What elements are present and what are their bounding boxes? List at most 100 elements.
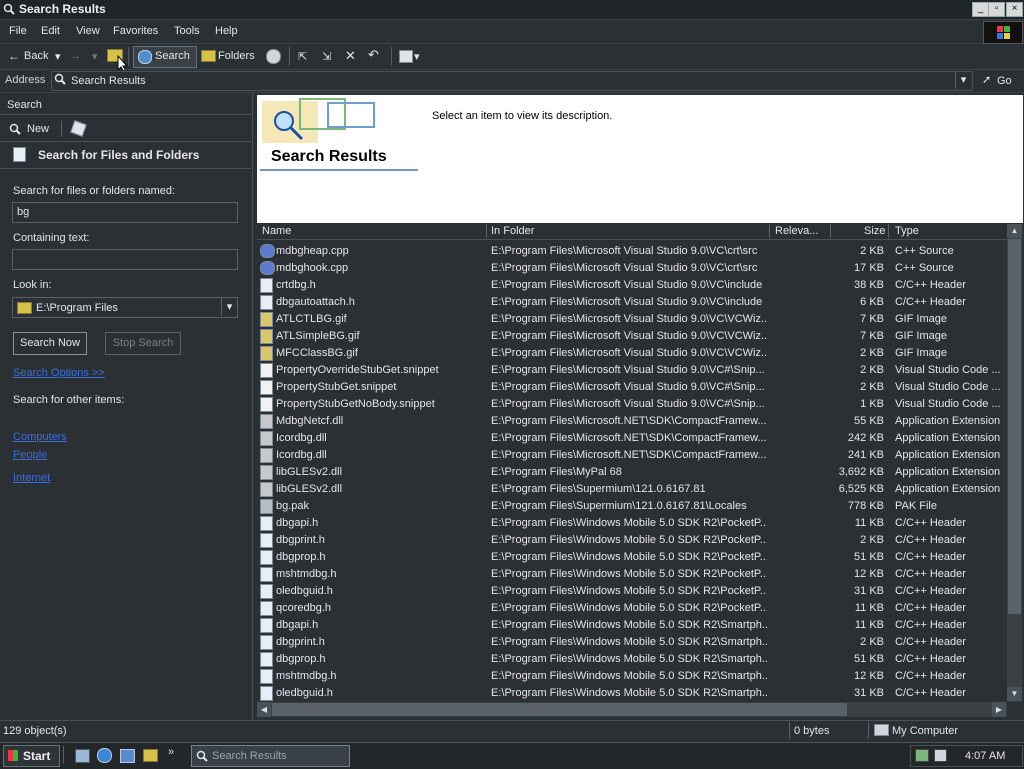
- table-row[interactable]: libGLESv2.dll E:\Program Files\MyPal 68 3,…: [257, 463, 1007, 480]
- tray-network-icon[interactable]: [915, 749, 929, 762]
- column-relevance[interactable]: Releva...: [775, 225, 818, 237]
- table-row[interactable]: ATLCTLBG.gif E:\Program Files\Microsoft V…: [257, 310, 1007, 327]
- new-search-icon[interactable]: [9, 123, 21, 138]
- table-row[interactable]: dbgapi.h E:\Program Files\Windows Mobile …: [257, 514, 1007, 531]
- vertical-scrollbar[interactable]: ▲ ▼: [1007, 224, 1022, 702]
- look-in-dropdown-icon[interactable]: ▾: [221, 298, 237, 316]
- minimize-button[interactable]: _: [972, 2, 989, 17]
- table-row[interactable]: Icordbg.dll E:\Program Files\Microsoft.NE…: [257, 446, 1007, 463]
- quick-launch-chevron-icon[interactable]: »: [168, 746, 174, 758]
- undo-icon[interactable]: ↶: [368, 47, 379, 63]
- table-row[interactable]: MFCClassBG.gif E:\Program Files\Microsoft…: [257, 344, 1007, 361]
- forward-dropdown-icon[interactable]: ▾: [92, 50, 98, 63]
- look-in-select[interactable]: E:\Program Files ▾: [12, 297, 238, 318]
- menu-help[interactable]: Help: [215, 25, 238, 37]
- column-name[interactable]: Name: [262, 225, 291, 237]
- table-row[interactable]: bg.pak E:\Program Files\Supermium\121.0.6…: [257, 497, 1007, 514]
- table-row[interactable]: PropertyOverrideStubGet.snippet E:\Progra…: [257, 361, 1007, 378]
- search-globe-icon: [138, 50, 152, 64]
- table-row[interactable]: dbgapi.h E:\Program Files\Windows Mobile …: [257, 616, 1007, 633]
- copy-to-icon[interactable]: ⇲: [322, 50, 331, 63]
- file-name-cell: dbgapi.h: [276, 517, 319, 529]
- scroll-right-arrow-icon[interactable]: ▶: [992, 702, 1006, 717]
- people-link[interactable]: People: [13, 449, 47, 461]
- table-row[interactable]: Icordbg.dll E:\Program Files\Microsoft.NE…: [257, 429, 1007, 446]
- table-row[interactable]: mshtmdbg.h E:\Program Files\Windows Mobil…: [257, 565, 1007, 582]
- search-pane-heading: Search for Files and Folders: [38, 148, 200, 162]
- table-row[interactable]: dbgprop.h E:\Program Files\Windows Mobile…: [257, 548, 1007, 565]
- table-row[interactable]: mshtmdbg.h E:\Program Files\Windows Mobil…: [257, 667, 1007, 684]
- file-name-cell: Icordbg.dll: [276, 432, 327, 444]
- table-row[interactable]: dbgprint.h E:\Program Files\Windows Mobil…: [257, 633, 1007, 650]
- address-dropdown-button[interactable]: ▾: [955, 71, 971, 89]
- close-button[interactable]: ×: [1006, 2, 1023, 17]
- file-name-input[interactable]: bg: [12, 202, 238, 223]
- computers-link[interactable]: Computers: [13, 431, 67, 443]
- file-type-icon: [260, 448, 273, 463]
- stop-search-button[interactable]: Stop Search: [105, 332, 181, 355]
- containing-text-input[interactable]: [12, 249, 238, 270]
- move-to-icon[interactable]: ⇱: [298, 50, 307, 63]
- table-row[interactable]: oledbguid.h E:\Program Files\Windows Mobi…: [257, 582, 1007, 599]
- go-arrow-icon[interactable]: ➚: [982, 73, 991, 86]
- table-row[interactable]: mdbghook.cpp E:\Program Files\Microsoft V…: [257, 259, 1007, 276]
- back-arrow-icon[interactable]: ←: [8, 49, 20, 63]
- search-options-link[interactable]: Search Options >>: [13, 367, 105, 379]
- show-desktop-icon[interactable]: [75, 749, 90, 763]
- column-in-folder[interactable]: In Folder: [491, 225, 534, 237]
- start-button[interactable]: Start: [3, 745, 60, 767]
- windows-explorer-icon[interactable]: [143, 749, 158, 762]
- internet-explorer-icon[interactable]: [97, 748, 112, 763]
- tray-volume-icon[interactable]: [934, 749, 947, 762]
- restore-button[interactable]: ▫: [988, 2, 1005, 17]
- file-name-cell: crtdbg.h: [276, 279, 316, 291]
- internet-link[interactable]: Internet: [13, 472, 50, 484]
- menu-edit[interactable]: Edit: [41, 25, 60, 37]
- column-separator[interactable]: [769, 224, 770, 238]
- menu-tools[interactable]: Tools: [174, 25, 200, 37]
- table-row[interactable]: PropertyStubGetNoBody.snippet E:\Program …: [257, 395, 1007, 412]
- outlook-express-icon[interactable]: [120, 749, 135, 763]
- table-row[interactable]: qcoredbg.h E:\Program Files\Windows Mobil…: [257, 599, 1007, 616]
- table-row[interactable]: mdbgheap.cpp E:\Program Files\Microsoft V…: [257, 242, 1007, 259]
- menu-view[interactable]: View: [76, 25, 100, 37]
- column-type[interactable]: Type: [895, 225, 919, 237]
- table-row[interactable]: crtdbg.h E:\Program Files\Microsoft Visua…: [257, 276, 1007, 293]
- scroll-up-arrow-icon[interactable]: ▲: [1007, 224, 1022, 238]
- address-field[interactable]: [51, 71, 973, 91]
- search-now-button[interactable]: Search Now: [13, 332, 87, 355]
- folders-button-label[interactable]: Folders: [218, 50, 255, 62]
- column-separator[interactable]: [888, 224, 889, 238]
- scroll-left-arrow-icon[interactable]: ◀: [257, 702, 271, 717]
- menu-favorites[interactable]: Favorites: [113, 25, 158, 37]
- column-separator[interactable]: [486, 224, 487, 238]
- table-row[interactable]: libGLESv2.dll E:\Program Files\Supermium\…: [257, 480, 1007, 497]
- go-button-label[interactable]: Go: [997, 75, 1012, 87]
- table-row[interactable]: ATLSimpleBG.gif E:\Program Files\Microsof…: [257, 327, 1007, 344]
- forward-arrow-icon[interactable]: →: [70, 50, 81, 62]
- table-row[interactable]: PropertyStubGet.snippet E:\Program Files\…: [257, 378, 1007, 395]
- column-size[interactable]: Size: [864, 225, 885, 237]
- history-icon[interactable]: [266, 49, 281, 64]
- menu-file[interactable]: File: [9, 25, 27, 37]
- table-row[interactable]: dbgprint.h E:\Program Files\Windows Mobil…: [257, 531, 1007, 548]
- table-row[interactable]: dbgprop.h E:\Program Files\Windows Mobile…: [257, 650, 1007, 667]
- back-dropdown-icon[interactable]: ▾: [55, 50, 61, 63]
- file-size-cell: 2 KB: [860, 364, 884, 376]
- views-dropdown-icon[interactable]: ▾: [414, 50, 420, 63]
- horizontal-scroll-thumb[interactable]: [272, 703, 847, 716]
- views-icon[interactable]: [399, 50, 413, 63]
- file-folder-cell: E:\Program Files\Windows Mobile 5.0 SDK …: [491, 670, 767, 682]
- scroll-down-arrow-icon[interactable]: ▼: [1007, 687, 1022, 701]
- vertical-scroll-thumb[interactable]: [1008, 239, 1021, 614]
- table-row[interactable]: dbgautoattach.h E:\Program Files\Microsof…: [257, 293, 1007, 310]
- back-button-label[interactable]: Back: [24, 50, 48, 62]
- table-row[interactable]: oledbguid.h E:\Program Files\Windows Mobi…: [257, 684, 1007, 701]
- search-button-label[interactable]: Search: [155, 50, 190, 62]
- delete-icon[interactable]: ✕: [345, 48, 356, 64]
- taskbar-button-search-results[interactable]: Search Results: [191, 745, 350, 767]
- new-search-button[interactable]: New: [27, 123, 49, 135]
- column-separator[interactable]: [830, 224, 831, 238]
- horizontal-scrollbar[interactable]: ◀ ▶: [257, 702, 1007, 717]
- table-row[interactable]: MdbgNetcf.dll E:\Program Files\Microsoft.…: [257, 412, 1007, 429]
